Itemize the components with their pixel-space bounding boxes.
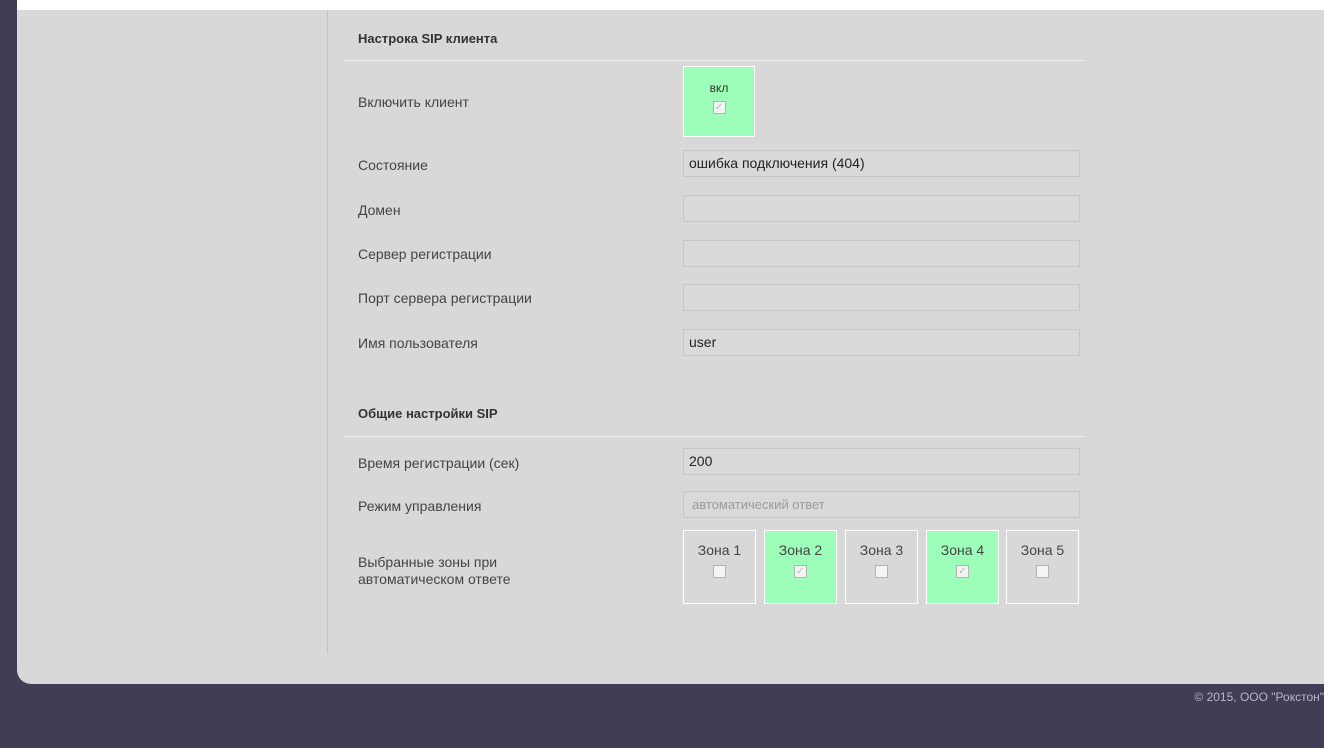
- zone-3-toggle[interactable]: Зона 3: [845, 530, 918, 604]
- zone-5-checkbox[interactable]: [1036, 565, 1049, 578]
- control-mode-select[interactable]: автоматический ответ: [683, 491, 1080, 518]
- enable-client-label: Включить клиент: [358, 94, 469, 110]
- zone-2-toggle[interactable]: Зона 2 ✓: [764, 530, 837, 604]
- zone-5-label: Зона 5: [1020, 542, 1065, 558]
- zone-3-checkbox[interactable]: [875, 565, 888, 578]
- toggle-label: вкл: [709, 81, 729, 95]
- reg-time-label: Время регистрации (сек): [358, 455, 520, 471]
- copyright-text: © 2015, ООО "Рокстон": [1194, 690, 1324, 704]
- reg-port-label: Порт сервера регистрации: [358, 290, 532, 306]
- status-label: Состояние: [358, 157, 428, 173]
- enable-client-checkbox[interactable]: ✓: [712, 101, 726, 114]
- zone-2-checkbox[interactable]: ✓: [794, 565, 807, 578]
- zone-4-toggle[interactable]: Зона 4 ✓: [926, 530, 999, 604]
- section-title-sip-client: Настрока SIP клиента: [358, 31, 498, 46]
- zone-5-toggle[interactable]: Зона 5: [1006, 530, 1079, 604]
- section-title-sip-general: Общие настройки SIP: [358, 406, 498, 421]
- reg-server-label: Сервер регистрации: [358, 246, 492, 262]
- domain-input[interactable]: [683, 195, 1080, 222]
- section-divider: [345, 60, 1085, 61]
- zone-2-label: Зона 2: [778, 542, 823, 558]
- zone-1-label: Зона 1: [697, 542, 742, 558]
- username-label: Имя пользователя: [358, 335, 478, 351]
- enable-client-toggle[interactable]: вкл ✓: [683, 66, 755, 137]
- reg-time-input[interactable]: 200: [683, 448, 1080, 475]
- status-field: ошибка подключения (404): [683, 150, 1080, 177]
- zone-3-label: Зона 3: [859, 542, 904, 558]
- content-panel: [17, 10, 1324, 684]
- zones-label-line2: автоматическом ответе: [358, 571, 511, 587]
- zone-1-checkbox[interactable]: [713, 565, 726, 578]
- domain-label: Домен: [358, 202, 401, 218]
- left-frame-strip: [0, 0, 17, 748]
- username-input[interactable]: user: [683, 329, 1080, 356]
- zone-4-checkbox[interactable]: ✓: [956, 565, 969, 578]
- control-mode-label: Режим управления: [358, 498, 482, 514]
- sidebar-divider: [327, 10, 328, 654]
- zone-4-label: Зона 4: [940, 542, 985, 558]
- zones-label-line1: Выбранные зоны при: [358, 554, 498, 570]
- section-divider: [345, 436, 1085, 437]
- reg-server-input[interactable]: [683, 240, 1080, 267]
- zone-1-toggle[interactable]: Зона 1: [683, 530, 756, 604]
- reg-port-input[interactable]: [683, 284, 1080, 311]
